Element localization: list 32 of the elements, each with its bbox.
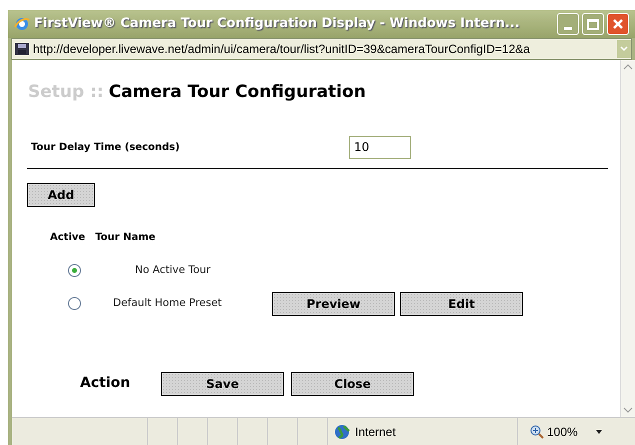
close-button[interactable]: Close xyxy=(291,372,414,396)
tour-name[interactable]: Default Home Preset xyxy=(113,296,272,312)
column-header: Active xyxy=(50,230,86,244)
close-button[interactable] xyxy=(607,13,629,35)
scrollbar[interactable] xyxy=(620,60,635,417)
edit-button[interactable]: Edit xyxy=(400,292,523,316)
zone-text: Internet xyxy=(355,424,396,440)
browser-logo-icon xyxy=(14,16,30,32)
dropdown-button[interactable] xyxy=(617,40,631,58)
page-icon xyxy=(14,42,30,56)
delay-field[interactable]: 10 xyxy=(349,136,411,158)
url-text: http://developer.livewave.net/admin/ui/camera/tour/list?unitID=39&cameraTourConfigID=12&a xyxy=(33,41,531,58)
delay-label: Tour Delay Time (seconds) xyxy=(31,140,181,154)
tour-name[interactable]: No Active Tour xyxy=(135,262,210,278)
action-label: Action xyxy=(80,374,132,393)
zoom-icon[interactable] xyxy=(530,424,544,438)
window-title: FirstView® Camera Tour Configuration Display - Windows Intern... xyxy=(34,15,520,34)
minimize-button[interactable] xyxy=(557,13,579,35)
radio-button[interactable] xyxy=(68,264,81,277)
column-header: Tour Name xyxy=(95,230,156,244)
preview-button[interactable]: Preview xyxy=(272,292,395,316)
maximize-button[interactable] xyxy=(582,13,604,35)
globe-icon xyxy=(334,424,350,440)
zoom-level[interactable]: 100% xyxy=(547,422,578,440)
caret-icon xyxy=(620,46,628,52)
save-button[interactable]: Save xyxy=(161,372,284,396)
add-button[interactable]: Add xyxy=(27,182,95,206)
close-icon xyxy=(612,18,624,30)
radio-button[interactable] xyxy=(68,297,81,310)
page-heading: Camera Tour Configuration xyxy=(108,81,366,104)
address-bar[interactable]: http://developer.livewave.net/admin/ui/camera/tour/list?unitID=39&cameraTourConfigID=12&a xyxy=(11,38,632,60)
dropdown-icon[interactable] xyxy=(594,428,603,434)
